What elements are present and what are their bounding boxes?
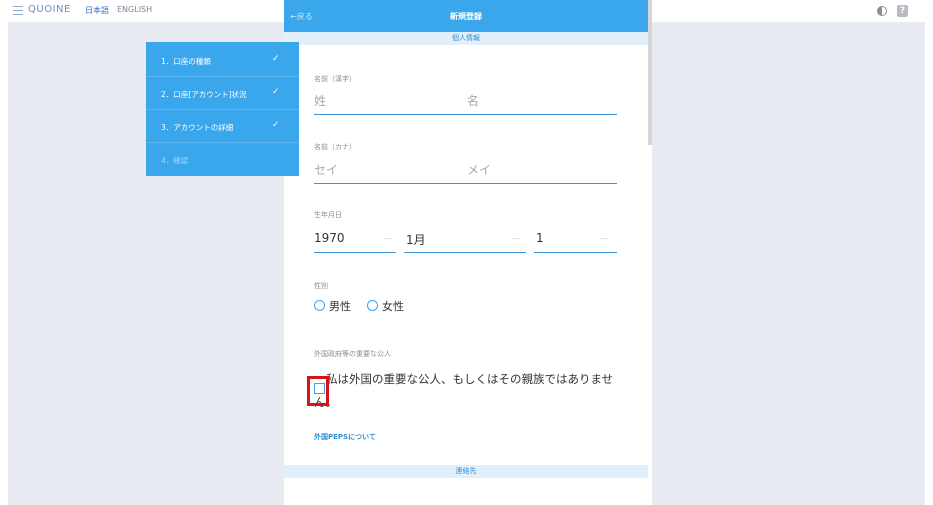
birth-month-underline [404, 252, 526, 253]
first-name-kana-input[interactable]: メイ [467, 161, 491, 178]
gender-female-label[interactable]: 女性 [382, 298, 404, 314]
pep-info-link[interactable]: 外国PEPSについて [314, 432, 376, 442]
scrollbar[interactable] [648, 0, 652, 145]
first-name-kanji-input[interactable]: 名 [467, 92, 479, 109]
last-name-kana-input[interactable]: セイ [314, 161, 338, 178]
step-account-type[interactable]: 1．口座の種類 ✓ [146, 44, 299, 77]
gender-male-radio[interactable] [314, 300, 325, 311]
step-account-details[interactable]: 3．アカウントの詳細 ✓ [146, 110, 299, 143]
registration-modal: ←戻る 新規登録 個人情報 名前（漢字） 姓 名 名前（カナ） セイ メイ 生年… [284, 0, 652, 505]
pep-label: 外国政府等の重要な公人 [314, 350, 391, 358]
modal-header: ←戻る 新規登録 [284, 0, 648, 32]
step-label: 1．口座の種類 [161, 57, 211, 66]
pep-checkbox-highlight [307, 376, 329, 406]
birth-year-select[interactable]: 1970 [314, 231, 345, 245]
birthdate-label: 生年月日 [314, 211, 342, 219]
birth-year-dropdown-indicator: --- [383, 234, 392, 243]
registration-steps-panel: 1．口座の種類 ✓ 2．口座[アカウント]状況 ✓ 3．アカウントの詳細 ✓ 4… [146, 42, 299, 176]
background-panel-right [652, 22, 925, 505]
step-label: 4．確認 [161, 156, 189, 165]
pep-statement[interactable]: 私は外国の重要な公人、もしくはその親族ではありません。 [314, 368, 634, 414]
contrast-toggle-icon[interactable] [877, 6, 887, 16]
birth-day-select[interactable]: 1 [536, 231, 544, 245]
step-label: 2．口座[アカウント]状況 [161, 90, 247, 99]
section-personal-info: 個人情報 [284, 32, 648, 45]
help-icon[interactable]: ? [897, 5, 908, 17]
gender-label: 性別 [314, 282, 328, 290]
birth-day-underline [534, 252, 617, 253]
name-kanji-label: 名前（漢字） [314, 75, 356, 83]
section-contact: 連絡先 [284, 465, 648, 478]
name-kana-underline [314, 183, 617, 184]
birth-year-underline [314, 252, 396, 253]
step-label: 3．アカウントの詳細 [161, 123, 234, 132]
modal-title: 新規登録 [450, 12, 482, 21]
checkmark-icon: ✓ [272, 87, 280, 97]
birth-day-dropdown-indicator: --- [600, 234, 609, 243]
language-english-link[interactable]: ENGLISH [117, 5, 152, 14]
last-name-kanji-input[interactable]: 姓 [314, 92, 326, 109]
hamburger-menu-icon[interactable] [13, 6, 23, 15]
name-kana-label: 名前（カナ） [314, 143, 356, 151]
step-confirm: 4．確認 [146, 143, 299, 176]
checkmark-icon: ✓ [272, 54, 280, 64]
name-kanji-underline [314, 114, 617, 115]
language-japanese-link[interactable]: 日本語 [85, 5, 109, 16]
brand-logo[interactable]: QUOINE [28, 4, 71, 15]
pencil-icon: ✓ [272, 120, 280, 130]
birth-month-dropdown-indicator: --- [512, 234, 521, 243]
step-account-status[interactable]: 2．口座[アカウント]状況 ✓ [146, 77, 299, 110]
birth-month-select[interactable]: 1月 [406, 231, 426, 248]
gender-male-label[interactable]: 男性 [329, 298, 351, 314]
gender-female-radio[interactable] [367, 300, 378, 311]
